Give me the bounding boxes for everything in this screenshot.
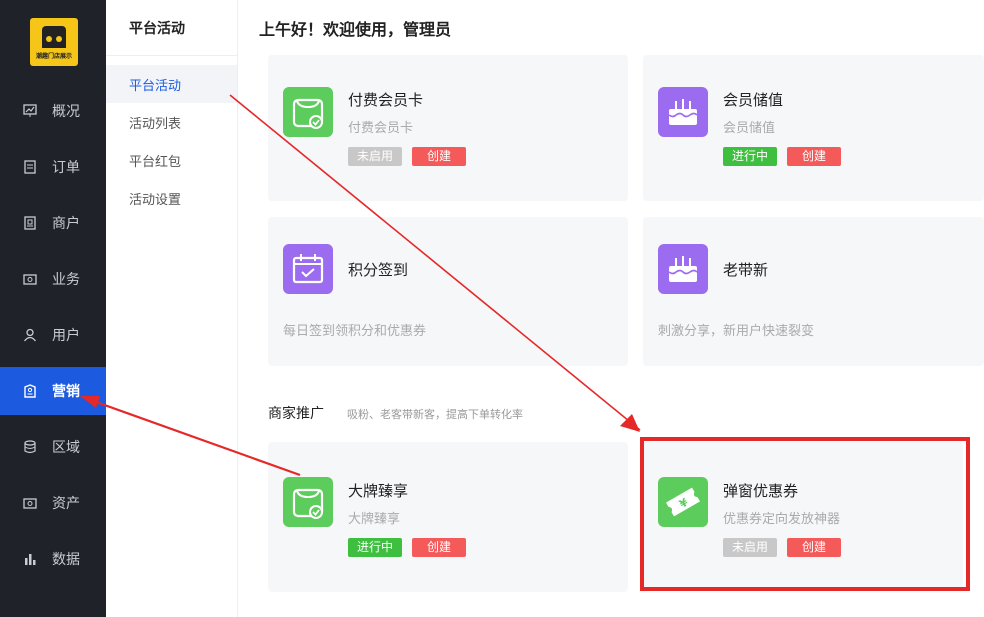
secondary-nav: 平台活动 平台活动 活动列表 平台红包 活动设置 (106, 0, 238, 617)
business-icon (22, 271, 38, 287)
card-title: 大牌臻享 (348, 482, 409, 500)
sidebar-item-label: 资产 (52, 496, 80, 512)
subnav-item-activity-settings[interactable]: 活动设置 (106, 179, 237, 217)
user-icon (22, 327, 38, 343)
activity-card-stored-value[interactable]: 会员储值 会员储值 进行中 创建 (643, 55, 984, 201)
card-title: 积分签到 (348, 261, 409, 279)
create-button[interactable]: 创建 (412, 538, 466, 557)
sidebar-item-label: 用户 (52, 328, 80, 344)
shopping-bag-icon (283, 477, 333, 527)
activity-card-brand[interactable]: 大牌臻享 大牌臻享 进行中 创建 (268, 442, 628, 592)
data-icon (22, 551, 38, 567)
region-icon (22, 439, 38, 455)
card-description: 会员储值 (723, 121, 776, 136)
annotation-highlight-box (640, 437, 970, 591)
section-title: 商家推广 (268, 406, 324, 422)
sidebar-item-label: 商户 (52, 216, 80, 232)
card-title: 老带新 (723, 261, 769, 279)
main-sidebar: 潮趣门店展示 概况 订单 商户 业务 用户 营销 区域 资产 数据 (0, 0, 106, 617)
chart-icon (22, 103, 38, 119)
divider (106, 55, 237, 56)
sidebar-item-data[interactable]: 数据 (0, 535, 106, 583)
sidebar-item-region[interactable]: 区域 (0, 423, 106, 471)
subnav-item-platform-red-packet[interactable]: 平台红包 (106, 141, 237, 179)
logo-text: 潮趣门店展示 (35, 53, 72, 60)
asset-icon (22, 495, 38, 511)
sidebar-item-label: 数据 (52, 552, 80, 568)
card-description: 每日签到领积分和优惠券 (283, 324, 427, 339)
logo-mascot-icon (42, 26, 66, 48)
shopping-bag-icon (283, 87, 333, 137)
card-description: 大牌臻享 (348, 512, 401, 527)
activity-card-checkin[interactable]: 积分签到 每日签到领积分和优惠券 (268, 217, 628, 366)
sidebar-item-merchants[interactable]: 商户 (0, 199, 106, 247)
calendar-check-icon (283, 244, 333, 294)
card-title: 会员储值 (723, 91, 784, 109)
greeting-text: 上午好！欢迎使用，管理员 (259, 20, 452, 39)
sidebar-item-assets[interactable]: 资产 (0, 479, 106, 527)
card-title: 付费会员卡 (348, 91, 424, 109)
sidebar-item-label: 订单 (52, 160, 80, 176)
sidebar-item-label: 区域 (52, 440, 80, 456)
card-description: 付费会员卡 (348, 121, 414, 136)
subnav-item-activity-list[interactable]: 活动列表 (106, 103, 237, 141)
sidebar-item-label: 业务 (52, 272, 80, 288)
activity-card-referral[interactable]: 老带新 刺激分享，新用户快速裂变 (643, 217, 984, 366)
sidebar-item-overview[interactable]: 概况 (0, 87, 106, 135)
annotation-arrowhead (620, 414, 640, 432)
sidebar-item-business[interactable]: 业务 (0, 255, 106, 303)
status-badge: 未启用 (348, 147, 402, 166)
status-badge: 进行中 (723, 147, 777, 166)
section-subtitle: 吸粉、老客带新客，提高下单转化率 (347, 408, 523, 421)
subnav-item-platform-activity[interactable]: 平台活动 (106, 65, 237, 103)
app-logo[interactable]: 潮趣门店展示 (30, 18, 78, 66)
sidebar-item-label: 营销 (52, 384, 80, 400)
create-button[interactable]: 创建 (787, 147, 841, 166)
sidebar-item-users[interactable]: 用户 (0, 311, 106, 359)
activity-card-paid-member-card[interactable]: 付费会员卡 付费会员卡 未启用 创建 (268, 55, 628, 201)
order-icon (22, 159, 38, 175)
merchant-icon (22, 215, 38, 231)
status-badge: 进行中 (348, 538, 402, 557)
sidebar-item-label: 概况 (52, 104, 80, 120)
card-description: 刺激分享，新用户快速裂变 (658, 324, 815, 339)
sidebar-item-marketing[interactable]: 营销 (0, 367, 106, 415)
cake-icon (658, 244, 708, 294)
subnav-title: 平台活动 (129, 21, 185, 37)
cake-icon (658, 87, 708, 137)
marketing-icon (22, 383, 38, 399)
page-header: 上午好！欢迎使用，管理员 (237, 0, 984, 55)
sidebar-item-orders[interactable]: 订单 (0, 143, 106, 191)
create-button[interactable]: 创建 (412, 147, 466, 166)
